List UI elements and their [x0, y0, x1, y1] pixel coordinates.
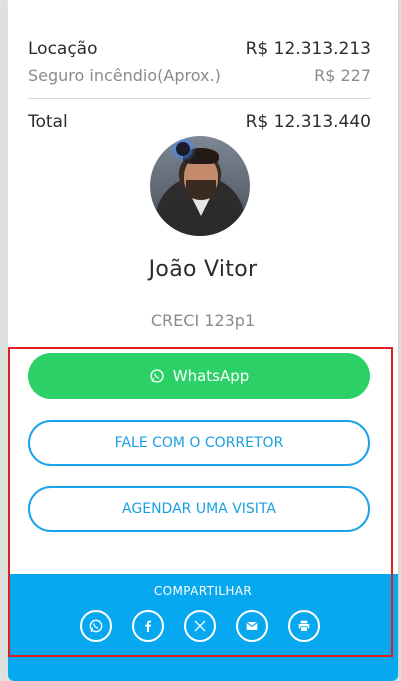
share-email-button[interactable]	[236, 610, 268, 642]
whatsapp-icon	[89, 619, 103, 633]
agent-avatar	[150, 136, 250, 236]
share-title: COMPARTILHAR	[153, 584, 253, 598]
whatsapp-icon	[150, 369, 164, 383]
whatsapp-button-label: WhatsApp	[172, 367, 250, 385]
print-icon	[298, 620, 310, 632]
seguro-value: R$ 227	[314, 65, 371, 85]
background-strip-left	[0, 0, 6, 681]
share-facebook-button[interactable]	[132, 610, 164, 642]
total-value: R$ 12.313.440	[245, 112, 371, 132]
agendar-visita-button[interactable]: AGENDAR UMA VISITA	[28, 486, 370, 532]
avatar-beard	[186, 180, 216, 200]
locacao-value: R$ 12.313.213	[245, 39, 371, 59]
agendar-button-label: AGENDAR UMA VISITA	[122, 501, 276, 517]
seguro-label: Seguro incêndio(Aprox.)	[28, 65, 221, 85]
whatsapp-button[interactable]: WhatsApp	[28, 353, 370, 399]
share-bar: COMPARTILHAR	[8, 574, 398, 681]
agent-creci: CRECI 123p1	[150, 311, 256, 330]
fale-com-corretor-button[interactable]: FALE COM O CORRETOR	[28, 420, 370, 466]
fale-button-label: FALE COM O CORRETOR	[114, 435, 284, 451]
email-icon	[246, 622, 258, 630]
price-row-locacao: Locação R$ 12.313.213	[28, 37, 371, 61]
facebook-icon	[145, 620, 152, 632]
price-row-seguro: Seguro incêndio(Aprox.) R$ 227	[28, 63, 371, 87]
price-row-total: Total R$ 12.313.440	[28, 110, 371, 134]
share-print-button[interactable]	[288, 610, 320, 642]
share-whatsapp-button[interactable]	[80, 610, 112, 642]
avatar-earbud	[176, 142, 190, 156]
share-icons	[80, 610, 320, 642]
x-icon	[194, 620, 206, 632]
locacao-label: Locação	[28, 39, 98, 59]
share-x-button[interactable]	[184, 610, 216, 642]
total-label: Total	[28, 112, 68, 132]
contact-card: Locação R$ 12.313.213 Seguro incêndio(Ap…	[8, 0, 398, 681]
agent-name: João Vitor	[148, 257, 258, 282]
price-divider	[28, 98, 371, 99]
